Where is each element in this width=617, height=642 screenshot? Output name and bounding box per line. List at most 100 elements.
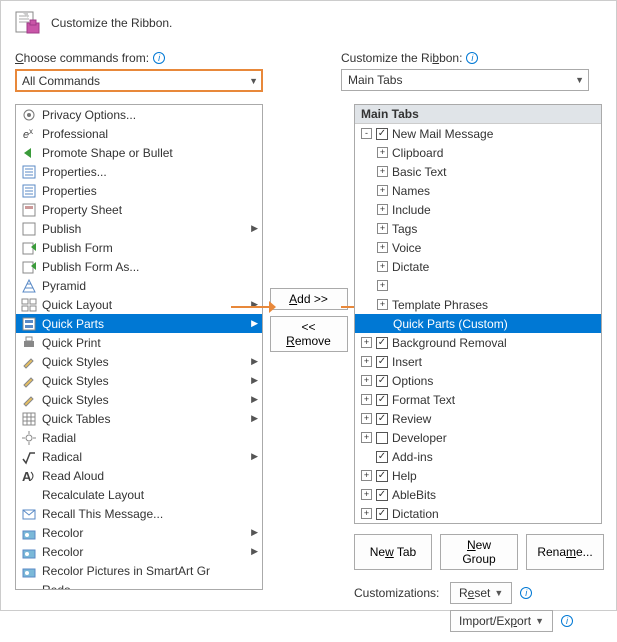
command-item[interactable]: Pyramid xyxy=(16,276,262,295)
checkbox[interactable] xyxy=(376,375,388,387)
tree-item[interactable]: +Help xyxy=(355,466,601,485)
expand-toggle[interactable]: + xyxy=(361,508,372,519)
choose-commands-combo[interactable]: All Commands ▼ xyxy=(15,69,263,92)
command-item[interactable]: Quick Styles▶ xyxy=(16,352,262,371)
checkbox[interactable] xyxy=(376,432,388,444)
command-item[interactable]: Radial xyxy=(16,428,262,447)
command-item[interactable]: Quick Styles▶ xyxy=(16,371,262,390)
reset-button[interactable]: Reset ▼ xyxy=(450,582,512,604)
expand-toggle[interactable]: + xyxy=(361,413,372,424)
tree-item[interactable]: -New Mail Message xyxy=(355,124,601,143)
expand-toggle[interactable]: + xyxy=(377,223,388,234)
new-group-button[interactable]: New Group xyxy=(440,534,518,570)
command-item[interactable]: Quick Tables▶ xyxy=(16,409,262,428)
submenu-arrow-icon: ▶ xyxy=(251,318,260,329)
expand-toggle[interactable]: + xyxy=(361,470,372,481)
checkbox[interactable] xyxy=(376,489,388,501)
tree-item[interactable]: +Background Removal xyxy=(355,333,601,352)
command-item[interactable]: Publish▶ xyxy=(16,219,262,238)
command-item[interactable]: Quick Print xyxy=(16,333,262,352)
checkbox[interactable] xyxy=(376,128,388,140)
tree-item[interactable]: +Insert xyxy=(355,352,601,371)
expand-toggle[interactable]: + xyxy=(377,280,388,291)
expand-toggle[interactable]: + xyxy=(377,185,388,196)
expand-toggle[interactable]: + xyxy=(377,147,388,158)
command-item[interactable]: Property Sheet xyxy=(16,200,262,219)
command-item[interactable]: Quick Layout▶ xyxy=(16,295,262,314)
expand-toggle[interactable]: + xyxy=(361,394,372,405)
chevron-down-icon: ▼ xyxy=(535,616,544,626)
checkbox[interactable] xyxy=(376,337,388,349)
tree-label: Template Phrases xyxy=(392,298,488,312)
tree-item[interactable]: +Clipboard xyxy=(355,143,601,162)
tree-label: Dictation xyxy=(392,507,439,521)
command-item[interactable]: Recolor▶ xyxy=(16,523,262,542)
dialog-header: Customize the Ribbon. xyxy=(15,11,602,35)
command-item[interactable]: ARead Aloud xyxy=(16,466,262,485)
info-icon[interactable]: i xyxy=(520,587,532,599)
expand-toggle[interactable]: + xyxy=(377,166,388,177)
tree-item[interactable]: + Template Phrases xyxy=(355,295,601,314)
tree-item[interactable]: +Voice xyxy=(355,238,601,257)
expand-toggle[interactable]: - xyxy=(361,128,372,139)
expand-toggle[interactable]: + xyxy=(361,356,372,367)
command-item[interactable]: Privacy Options... xyxy=(16,105,262,124)
checkbox[interactable] xyxy=(376,356,388,368)
tree-item[interactable]: +Dictate xyxy=(355,257,601,276)
ribbon-tree[interactable]: Main Tabs -New Mail Message+Clipboard+Ba… xyxy=(354,104,602,524)
command-item[interactable]: Recolor Pictures in SmartArt Gr xyxy=(16,561,262,580)
command-item[interactable]: exProfessional xyxy=(16,124,262,143)
command-item[interactable]: Promote Shape or Bullet xyxy=(16,143,262,162)
checkbox[interactable] xyxy=(376,470,388,482)
command-item[interactable]: Quick Styles▶ xyxy=(16,390,262,409)
expand-toggle[interactable]: + xyxy=(377,242,388,253)
new-tab-button[interactable]: New Tab xyxy=(354,534,432,570)
command-label: Recolor xyxy=(42,545,83,559)
tree-item[interactable]: +AbleBits xyxy=(355,485,601,504)
tree-item[interactable]: +Names xyxy=(355,181,601,200)
checkbox[interactable] xyxy=(376,508,388,520)
expand-toggle[interactable]: + xyxy=(377,204,388,215)
info-icon[interactable]: i xyxy=(153,52,165,64)
command-item[interactable]: Recall This Message... xyxy=(16,504,262,523)
tree-item[interactable]: + Dictation xyxy=(355,504,601,522)
command-item[interactable]: Publish Form As... xyxy=(16,257,262,276)
tree-item[interactable]: +Options xyxy=(355,371,601,390)
add-button[interactable]: Add >> xyxy=(270,288,348,310)
command-item[interactable]: Redo xyxy=(16,580,262,589)
import-export-button[interactable]: Import/Export ▼ xyxy=(450,610,553,632)
tree-item[interactable]: +Review xyxy=(355,409,601,428)
submenu-arrow-icon: ▶ xyxy=(251,223,260,234)
tree-item[interactable]: +Include xyxy=(355,200,601,219)
command-item[interactable]: Recalculate Layout xyxy=(16,485,262,504)
info-icon[interactable]: i xyxy=(561,615,573,627)
tree-item[interactable]: +Format Text xyxy=(355,390,601,409)
remove-button[interactable]: << Remove xyxy=(270,316,348,352)
command-item[interactable]: Publish Form xyxy=(16,238,262,257)
expand-toggle[interactable]: + xyxy=(377,299,388,310)
expand-toggle[interactable]: + xyxy=(361,432,372,443)
rename-button[interactable]: Rename... xyxy=(526,534,604,570)
tree-item[interactable]: Quick Parts (Custom) xyxy=(355,314,601,333)
checkbox[interactable] xyxy=(376,394,388,406)
expand-toggle[interactable]: + xyxy=(361,375,372,386)
command-item[interactable]: Properties... xyxy=(16,162,262,181)
tree-item[interactable]: Add-ins xyxy=(355,447,601,466)
expand-toggle[interactable]: + xyxy=(377,261,388,272)
checkbox[interactable] xyxy=(376,451,388,463)
checkbox[interactable] xyxy=(376,413,388,425)
commands-listbox[interactable]: Privacy Options...exProfessionalPromote … xyxy=(15,104,263,590)
tree-item[interactable]: +Tags xyxy=(355,219,601,238)
tree-item[interactable]: +Developer xyxy=(355,428,601,447)
expand-toggle[interactable]: + xyxy=(361,489,372,500)
tree-item[interactable]: + xyxy=(355,276,601,295)
command-label: Recolor xyxy=(42,526,83,540)
customize-ribbon-combo[interactable]: Main Tabs ▼ xyxy=(341,69,589,91)
command-item[interactable]: Radical▶ xyxy=(16,447,262,466)
tree-item[interactable]: +Basic Text xyxy=(355,162,601,181)
command-item[interactable]: Quick Parts▶ xyxy=(16,314,262,333)
info-icon[interactable]: i xyxy=(466,52,478,64)
expand-toggle[interactable]: + xyxy=(361,337,372,348)
command-item[interactable]: Properties xyxy=(16,181,262,200)
command-item[interactable]: Recolor▶ xyxy=(16,542,262,561)
